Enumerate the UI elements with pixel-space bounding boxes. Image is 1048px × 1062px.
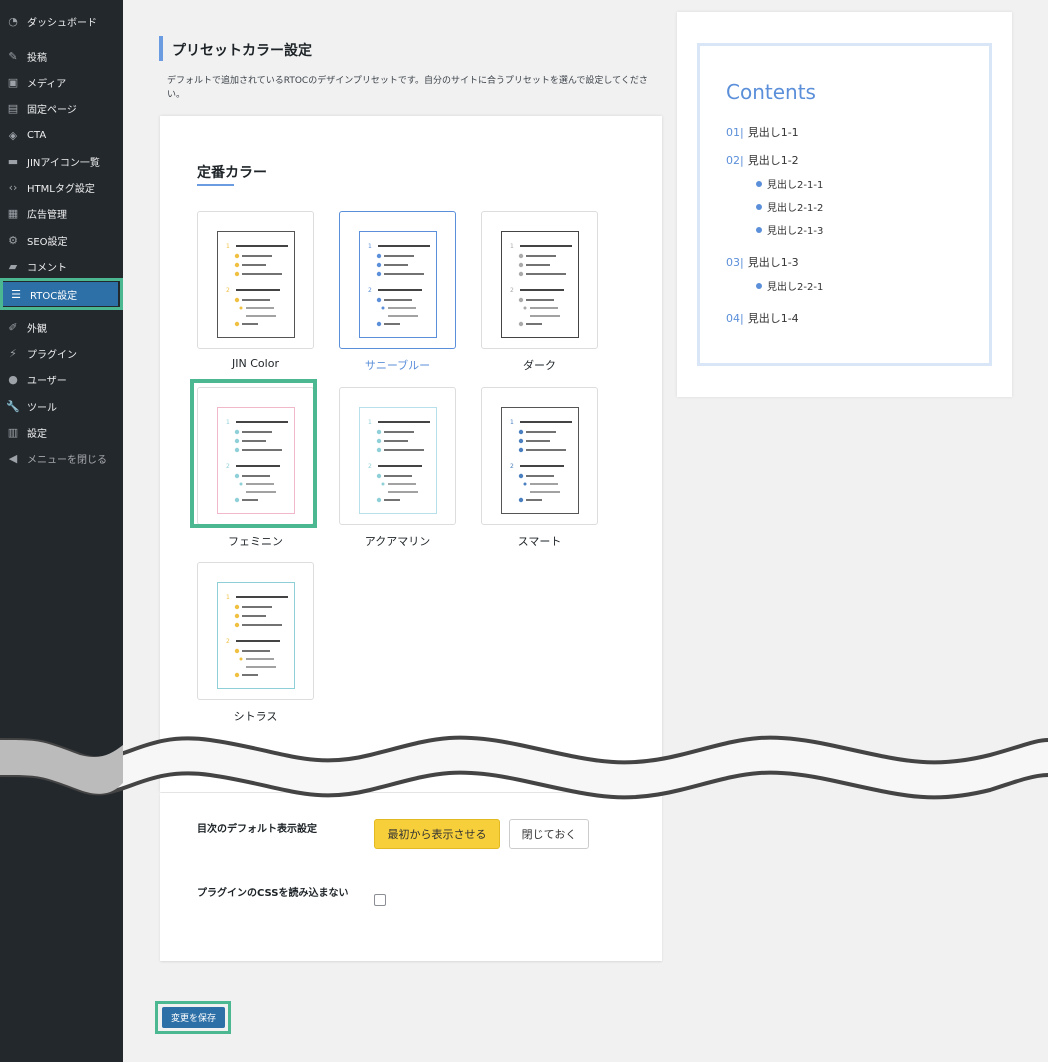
preset-thumbnail: 12 [501,231,579,338]
preset-thumbnail: 12 [217,231,295,338]
sidebar-item-media[interactable]: ▣ メディア [0,70,123,94]
toc-miniature: 12 [368,419,430,503]
sidebar-item-posts[interactable]: ✎ 投稿 [0,44,123,68]
code-icon: ‹› [8,180,18,194]
toc-h2-item: 見出し2-1-1 [756,176,823,191]
ad-icon: ▦ [7,206,19,220]
css-disable-label: プラグインのCSSを読み込まない [197,888,349,899]
section-title-bar [159,36,163,61]
svg-text:2: 2 [226,287,230,294]
pin-icon: ✎ [8,49,18,63]
bullet-icon [756,226,762,233]
admin-sidebar: ◔ ダッシュボード ✎ 投稿 ▣ メディア ▤ 固定ページ ◈ CTA ▬ JINアイコン一… [0,0,123,1062]
brush-icon: ✐ [8,320,18,334]
sidebar-item-users[interactable]: ● ユーザー [0,367,123,391]
toc-miniature: 12 [368,243,430,327]
svg-text:1: 1 [368,419,372,426]
page-icon: ▤ [7,101,19,115]
preset-thumbnail: 12 [501,407,579,514]
sidebar-item-dashboard[interactable]: ◔ ダッシュボード [0,9,123,33]
settings-icon: ▥ [7,425,19,439]
preset-option[interactable]: 12 [339,387,456,525]
sidebar-item-ads[interactable]: ▦ 広告管理 [0,201,123,225]
media-icon: ▣ [7,75,19,89]
svg-text:1: 1 [226,594,230,601]
sidebar-item-appearance[interactable]: ✐ 外観 [0,315,123,339]
svg-text:1: 1 [510,419,514,426]
svg-text:1: 1 [368,243,372,250]
comment-icon: ▰ [8,259,18,273]
gear-icon: ⚙ [8,233,18,247]
css-disable-checkbox[interactable] [374,894,386,906]
preset-option[interactable]: 12 [197,211,314,349]
default-display-label: 目次のデフォルト表示設定 [197,824,317,835]
preset-option[interactable]: 12 [197,562,314,700]
section-description: デフォルトで追加されているRTOCのデザインプリセットです。自分のサイトに合うプ… [167,76,648,100]
wrench-icon: 🔧 [6,399,20,413]
toc-title: Contents [726,80,816,104]
toc-miniature: 12 [510,419,572,503]
preset-label[interactable]: アクアマリン [339,533,456,549]
sidebar-collapse[interactable]: ◀ メニューを閉じる [0,446,123,470]
sidebar-item-comments[interactable]: ▰ コメント [0,254,123,278]
tag-icon: ◈ [8,128,18,142]
preset-label[interactable]: シトラス [197,708,314,724]
svg-text:2: 2 [368,287,372,294]
sidebar-item-tools[interactable]: 🔧 ツール [0,394,123,418]
preset-option[interactable]: 12 [481,387,598,525]
toc-h2-item: 見出し2-1-3 [756,222,823,237]
preset-label[interactable]: JIN Color [197,357,314,370]
svg-text:2: 2 [368,463,372,470]
list-icon: ▬ [7,154,19,168]
save-changes-button[interactable]: 変更を保存 [162,1007,225,1028]
svg-text:2: 2 [510,463,514,470]
sidebar-item-seo[interactable]: ⚙ SEO設定 [0,228,123,252]
close-by-default-button[interactable]: 閉じておく [509,819,589,849]
toc-h1-item: 04| 見出し1-4 [726,312,799,325]
highlight-rtoc [0,278,123,310]
plugin-icon: ⚡ [9,346,17,360]
sidebar-item-cta[interactable]: ◈ CTA [0,123,123,147]
svg-text:2: 2 [510,287,514,294]
sidebar-item-jin-icons[interactable]: ▬ JINアイコン一覧 [0,149,123,173]
preset-label[interactable]: フェミニン [197,533,314,549]
preset-option[interactable]: 12 [481,211,598,349]
preset-thumbnail: 12 [359,407,437,514]
toc-h1-item: 01| 見出し1-1 [726,126,799,139]
sidebar-item-settings[interactable]: ▥ 設定 [0,420,123,444]
preset-thumbnail: 12 [359,231,437,338]
toc-miniature: 12 [510,243,572,327]
svg-text:2: 2 [226,638,230,645]
card-title: 定番カラー [197,165,267,181]
show-from-start-button[interactable]: 最初から表示させる [374,819,500,849]
svg-text:1: 1 [510,243,514,250]
toc-h2-item: 見出し2-1-2 [756,199,823,214]
preset-option[interactable]: 12 [339,211,456,349]
preset-label[interactable]: サニーブルー [339,357,456,373]
sidebar-item-pages[interactable]: ▤ 固定ページ [0,96,123,120]
toc-h2-item: 見出し2-2-1 [756,278,823,293]
svg-text:1: 1 [226,243,230,250]
preset-thumbnail: 12 [217,582,295,689]
bullet-icon [756,203,762,210]
user-icon: ● [8,372,18,386]
preset-label[interactable]: ダーク [481,357,598,373]
sidebar-item-plugins[interactable]: ⚡ プラグイン [0,341,123,365]
preset-label[interactable]: スマート [481,533,598,549]
dashboard-icon: ◔ [8,14,18,28]
sidebar-item-html-tags[interactable]: ‹› HTMLタグ設定 [0,175,123,199]
toc-h1-item: 02| 見出し1-2 [726,154,799,167]
highlight-feminine [190,379,317,528]
toc-miniature: 12 [226,594,288,678]
toc-h1-item: 03| 見出し1-3 [726,256,799,269]
collapse-icon: ◀ [8,451,18,465]
card-title-underline [197,184,234,186]
toc-miniature: 12 [226,243,288,327]
bullet-icon [756,180,762,187]
bullet-icon [756,282,762,289]
section-title: プリセットカラー設定 [172,43,312,59]
page-break-wave [0,735,1048,800]
